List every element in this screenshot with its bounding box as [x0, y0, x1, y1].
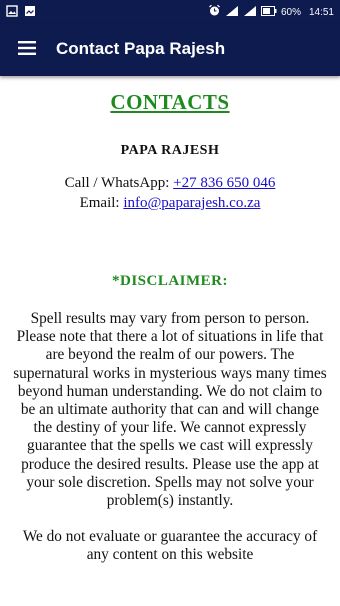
battery-icon	[260, 5, 277, 19]
phone-screen: 60% 14:51 Contact Papa Rajesh CONTACTS P…	[0, 0, 340, 606]
phone-link[interactable]: +27 836 650 046	[173, 175, 275, 191]
status-bar: 60% 14:51	[0, 0, 340, 24]
contacts-heading: CONTACTS	[110, 90, 230, 114]
disclaimer-text: Spell results may vary from person to pe…	[13, 310, 327, 510]
email-link[interactable]: info@paparajesh.co.za	[123, 195, 260, 211]
phone-line: Call / WhatsApp: +27 836 650 046	[0, 173, 340, 193]
gallery-icon	[24, 5, 36, 20]
email-line: Email: info@paparajesh.co.za	[0, 193, 340, 213]
page-title: Contact Papa Rajesh	[56, 39, 226, 58]
contact-name: PAPA RAJESH	[120, 143, 220, 158]
menu-button[interactable]	[12, 35, 42, 65]
contact-content: CONTACTS PAPA RAJESH Call / WhatsApp: +2…	[0, 76, 340, 606]
status-right-icons: 60% 14:51	[208, 4, 334, 20]
battery-percent: 60%	[280, 6, 301, 18]
signal-icon	[243, 5, 257, 20]
disclaimer-title: *DISCLAIMER:	[111, 273, 228, 289]
status-left-icons	[6, 5, 36, 20]
alarm-icon	[208, 4, 221, 20]
app-bar: Contact Papa Rajesh	[0, 24, 340, 76]
signal-icon	[225, 5, 239, 20]
photo-icon	[6, 5, 18, 20]
status-time: 14:51	[308, 6, 334, 18]
phone-label: Call / WhatsApp:	[64, 175, 174, 191]
email-label: Email:	[79, 195, 124, 211]
second-paragraph: We do not evaluate or guarantee the accu…	[22, 528, 318, 564]
menu-icon	[18, 40, 36, 60]
